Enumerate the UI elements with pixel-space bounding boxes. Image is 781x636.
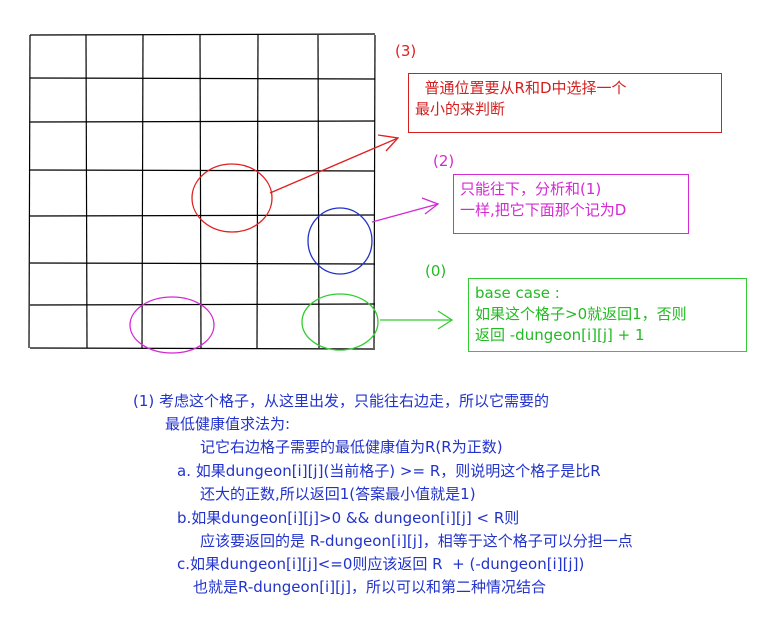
case-3-line-2: 最小的来判断 — [415, 100, 506, 118]
grid-horizontal-line — [29, 33, 376, 36]
base-case-note: base case : 如果这个格子>0就返回1，否则 返回 -dungeon[… — [468, 278, 747, 352]
red-circle-general-cell — [191, 163, 273, 233]
explanation-line-8: c.如果dungeon[i][j]<=0则应该返回 R + (-dungeon[… — [177, 555, 585, 573]
base-case-line-2: 如果这个格子>0就返回1，否则 — [475, 305, 687, 323]
label-case-2: (2) — [433, 152, 455, 170]
explanation-line-5: 还大的正数,所以返回1(答案最小值就是1) — [200, 485, 476, 503]
grid-vertical-line — [141, 34, 144, 349]
red-arrow — [269, 134, 400, 194]
explanation-line-3: 记它右边格子需要的最低健康值为R(R为正数) — [200, 438, 503, 456]
base-case-line-3: 返回 -dungeon[i][j] + 1 — [475, 326, 645, 344]
base-case-line-1: base case : — [475, 284, 560, 302]
magenta-arrow — [371, 197, 440, 223]
grid-vertical-line — [373, 34, 376, 349]
explanation-line-7: 应该要返回的是 R-dungeon[i][j]，相等于这个格子可以分担一点 — [200, 532, 633, 550]
explanation-line-2: 最低健康值求法为: — [165, 415, 291, 433]
case-2-line-2: 一样,把它下面那个记为D — [460, 201, 627, 219]
explanation-line-6: b.如果dungeon[i][j]>0 && dungeon[i][j] < R… — [177, 509, 520, 527]
explanation-line-9: 也就是R-dungeon[i][j]，所以可以和第二种情况结合 — [193, 578, 546, 596]
grid-horizontal-line — [29, 347, 376, 350]
grid-horizontal-line — [29, 214, 376, 217]
dungeon-grid — [28, 33, 376, 350]
label-case-0: (0) — [425, 262, 447, 280]
grid-horizontal-line — [29, 262, 376, 265]
explanation-line-1: (1) 考虑这个格子，从这里出发，只能往右边走，所以它需要的 — [133, 392, 550, 410]
green-arrow — [380, 310, 454, 330]
case-2-note: 只能往下，分析和(1) 一样,把它下面那个记为D — [453, 174, 689, 234]
grid-horizontal-line — [29, 120, 376, 123]
grid-vertical-line — [317, 34, 320, 349]
case-2-line-1: 只能往下，分析和(1) — [460, 180, 602, 198]
grid-vertical-line — [28, 34, 31, 349]
grid-vertical-line — [199, 34, 202, 349]
grid-vertical-line — [85, 34, 88, 349]
grid-horizontal-line — [29, 77, 376, 80]
grid-vertical-line — [256, 34, 259, 349]
case-3-note: 普通位置要从R和D中选择一个 最小的来判断 — [408, 73, 722, 133]
green-circle-base-case-cell — [301, 293, 379, 351]
grid-horizontal-line — [29, 303, 376, 306]
explanation-line-4: a. 如果dungeon[i][j](当前格子) >= R，则说明这个格子是比R — [177, 462, 601, 480]
case-3-line-1: 普通位置要从R和D中选择一个 — [415, 79, 627, 97]
label-case-3: (3) — [395, 42, 417, 60]
